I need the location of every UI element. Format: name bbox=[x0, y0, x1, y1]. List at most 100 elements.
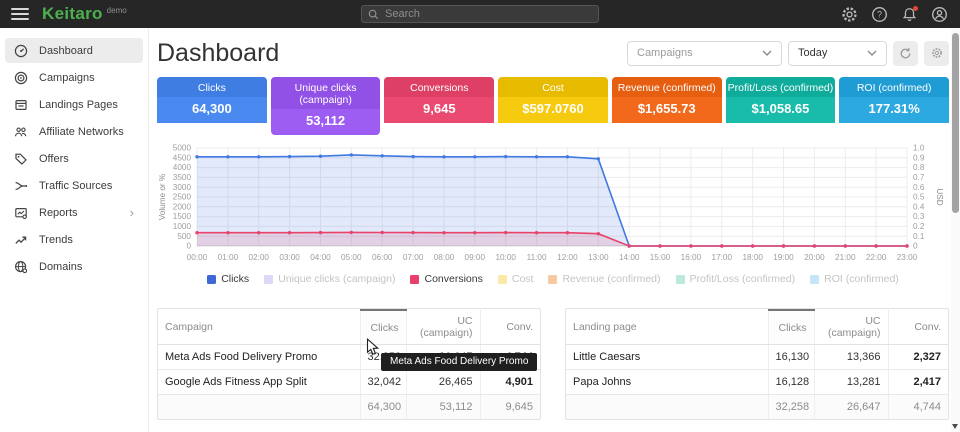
svg-text:18:00: 18:00 bbox=[742, 253, 763, 262]
account-icon[interactable] bbox=[931, 6, 948, 23]
svg-text:08:00: 08:00 bbox=[434, 253, 455, 262]
metric-card-clicks[interactable]: Clicks 64,300 bbox=[157, 77, 267, 135]
date-range-select[interactable]: Today bbox=[788, 41, 887, 66]
row-tooltip: Meta Ads Food Delivery Promo bbox=[381, 353, 537, 371]
svg-text:0.6: 0.6 bbox=[913, 183, 925, 192]
page-title: Dashboard bbox=[157, 39, 279, 68]
legend-item[interactable]: Profit/Loss (confirmed) bbox=[676, 273, 796, 285]
search-icon bbox=[368, 9, 379, 20]
svg-text:1500: 1500 bbox=[173, 212, 192, 221]
sidebar-item-trends[interactable]: Trends bbox=[5, 227, 143, 252]
column-header-uc[interactable]: UC (campaign) bbox=[406, 310, 480, 345]
svg-text:2000: 2000 bbox=[173, 202, 192, 211]
svg-text:500: 500 bbox=[177, 232, 191, 241]
legend-swatch bbox=[676, 275, 685, 284]
column-header-conv[interactable]: Conv. bbox=[888, 310, 948, 345]
legend-swatch bbox=[810, 275, 819, 284]
svg-text:0.9: 0.9 bbox=[913, 153, 925, 162]
column-header-clicks[interactable]: Clicks bbox=[768, 310, 814, 345]
svg-text:15:00: 15:00 bbox=[650, 253, 671, 262]
legend-item[interactable]: ROI (confirmed) bbox=[810, 273, 899, 285]
legend-item[interactable]: Unique clicks (campaign) bbox=[264, 273, 395, 285]
svg-text:20:00: 20:00 bbox=[804, 253, 825, 262]
legend-item[interactable]: Revenue (confirmed) bbox=[548, 273, 660, 285]
dashboard-settings-button[interactable] bbox=[924, 41, 949, 66]
sidebar-item-reports[interactable]: Reports› bbox=[5, 200, 143, 225]
svg-text:04:00: 04:00 bbox=[310, 253, 331, 262]
svg-text:00:00: 00:00 bbox=[187, 253, 208, 262]
totals-row: 32,258 26,647 4,744 bbox=[566, 395, 948, 420]
scrollbar-down-arrow[interactable] bbox=[952, 424, 958, 429]
notifications-icon[interactable] bbox=[901, 6, 918, 23]
table-row[interactable]: Google Ads Fitness App Split 32,042 26,4… bbox=[158, 370, 540, 395]
svg-text:4500: 4500 bbox=[173, 153, 192, 162]
menu-icon[interactable] bbox=[11, 5, 29, 23]
sidebar-item-landings-pages[interactable]: Landings Pages bbox=[5, 92, 143, 117]
legend-swatch bbox=[264, 275, 273, 284]
logo[interactable]: Keitaro demo bbox=[42, 4, 127, 24]
metric-card-conversions[interactable]: Conversions 9,645 bbox=[384, 77, 494, 135]
target-icon bbox=[14, 71, 28, 85]
sidebar-item-campaigns[interactable]: Campaigns bbox=[5, 65, 143, 90]
svg-text:07:00: 07:00 bbox=[403, 253, 424, 262]
column-header-landing-page[interactable]: Landing page bbox=[566, 310, 768, 345]
help-icon[interactable]: ? bbox=[871, 6, 888, 23]
svg-text:Volume or %: Volume or % bbox=[158, 174, 167, 220]
scrollbar-thumb[interactable] bbox=[952, 33, 959, 213]
sidebar-item-domains[interactable]: Domains bbox=[5, 254, 143, 279]
sidebar-item-affiliate-networks[interactable]: Affiliate Networks bbox=[5, 119, 143, 144]
svg-text:13:00: 13:00 bbox=[588, 253, 609, 262]
gauge-icon bbox=[14, 44, 28, 58]
svg-text:0: 0 bbox=[913, 242, 918, 251]
sidebar-item-dashboard[interactable]: Dashboard bbox=[5, 38, 143, 63]
sidebar-nav: DashboardCampaignsLandings PagesAffiliat… bbox=[0, 28, 149, 432]
svg-text:03:00: 03:00 bbox=[279, 253, 300, 262]
table-row[interactable]: Papa Johns 16,128 13,281 2,417 bbox=[566, 370, 948, 395]
svg-text:0.2: 0.2 bbox=[913, 222, 925, 231]
legend-item[interactable]: Conversions bbox=[410, 273, 482, 285]
refresh-button[interactable] bbox=[893, 41, 918, 66]
metric-card-cost[interactable]: Cost $597.0760 bbox=[498, 77, 608, 135]
settings-icon[interactable] bbox=[841, 6, 858, 23]
svg-text:1000: 1000 bbox=[173, 222, 192, 231]
svg-text:?: ? bbox=[877, 9, 882, 19]
svg-text:23:00: 23:00 bbox=[897, 253, 918, 262]
svg-text:06:00: 06:00 bbox=[372, 253, 393, 262]
svg-text:0.3: 0.3 bbox=[913, 212, 925, 221]
legend-swatch bbox=[498, 275, 507, 284]
campaign-filter-select[interactable]: Campaigns bbox=[627, 41, 782, 66]
traffic-chart: 0500100015002000250030003500400045005000… bbox=[157, 142, 949, 285]
column-header-conv[interactable]: Conv. bbox=[480, 310, 540, 345]
svg-text:09:00: 09:00 bbox=[465, 253, 486, 262]
gear-icon bbox=[931, 47, 943, 59]
search-input[interactable] bbox=[385, 8, 592, 20]
sidebar-item-traffic-sources[interactable]: Traffic Sources bbox=[5, 173, 143, 198]
sidebar-item-offers[interactable]: Offers bbox=[5, 146, 143, 171]
table-row[interactable]: Little Caesars 16,130 13,366 2,327 bbox=[566, 345, 948, 370]
search-box[interactable] bbox=[361, 5, 599, 23]
landing-pages-table: Landing page Clicks UC (campaign) Conv. … bbox=[565, 308, 949, 420]
legend-item[interactable]: Cost bbox=[498, 273, 534, 285]
column-header-campaign[interactable]: Campaign bbox=[158, 310, 360, 345]
metric-card-unique-clicks[interactable]: Unique clicks (campaign) 53,112 bbox=[271, 77, 381, 135]
legend-item[interactable]: Clicks bbox=[207, 273, 249, 285]
metric-card-revenue[interactable]: Revenue (confirmed) $1,655.73 bbox=[612, 77, 722, 135]
cursor-pointer bbox=[366, 338, 379, 362]
logo-text: Keitaro bbox=[42, 4, 103, 24]
column-header-uc[interactable]: UC (campaign) bbox=[814, 310, 888, 345]
svg-text:21:00: 21:00 bbox=[835, 253, 856, 262]
legend-swatch bbox=[207, 275, 216, 284]
metric-cards: Clicks 64,300 Unique clicks (campaign) 5… bbox=[157, 77, 949, 135]
svg-text:0: 0 bbox=[186, 242, 191, 251]
svg-text:0.8: 0.8 bbox=[913, 163, 925, 172]
metric-card-roi[interactable]: ROI (confirmed) 177.31% bbox=[839, 77, 949, 135]
svg-text:0.5: 0.5 bbox=[913, 193, 925, 202]
svg-text:2500: 2500 bbox=[173, 193, 192, 202]
svg-text:10:00: 10:00 bbox=[495, 253, 516, 262]
svg-text:0.1: 0.1 bbox=[913, 232, 925, 241]
metric-card-profit-loss[interactable]: Profit/Loss (confirmed) $1,058.65 bbox=[726, 77, 836, 135]
svg-text:12:00: 12:00 bbox=[557, 253, 578, 262]
svg-text:22:00: 22:00 bbox=[866, 253, 887, 262]
legend-swatch bbox=[410, 275, 419, 284]
svg-text:16:00: 16:00 bbox=[681, 253, 702, 262]
